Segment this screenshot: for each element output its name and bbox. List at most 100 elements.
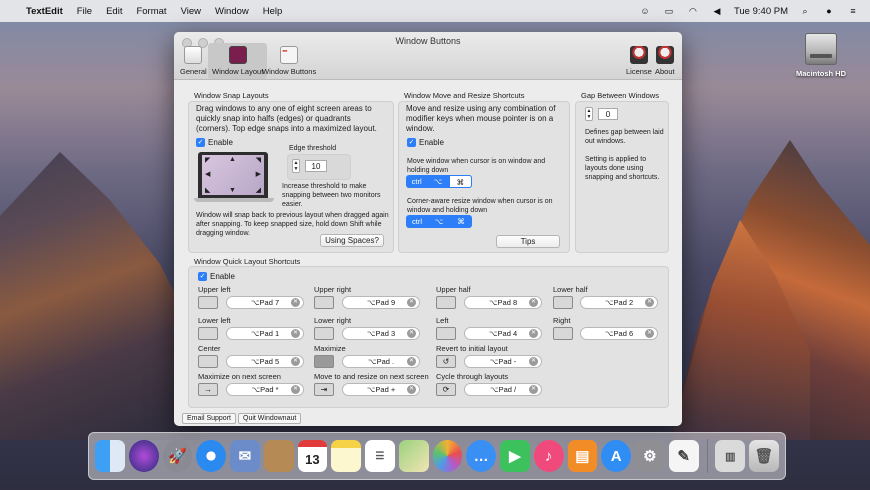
windownaut-status-icon[interactable]: ☺ (638, 6, 652, 17)
safari-icon[interactable] (196, 440, 226, 472)
license-robot-icon (629, 46, 648, 64)
siri-icon[interactable] (128, 440, 159, 472)
command-key[interactable]: ⌘ (450, 215, 472, 228)
menu-file[interactable]: File (77, 6, 92, 17)
wifi-icon[interactable]: ◠ (686, 6, 700, 17)
quick-enable-checkbox[interactable]: ✓ Enable (198, 272, 235, 281)
finder-icon[interactable] (95, 440, 125, 472)
cycle-icon: ⟳ (436, 383, 456, 396)
menu-clock[interactable]: Tue 9:40 PM (734, 6, 788, 17)
clear-icon[interactable]: ✕ (291, 298, 300, 307)
photos-icon[interactable] (432, 440, 463, 472)
shortcut-field[interactable]: ⌥Pad 8 ✕ (464, 296, 542, 309)
move-enable-label: Enable (419, 138, 444, 147)
clear-icon[interactable]: ✕ (529, 357, 538, 366)
desktop-macintosh-hd[interactable]: Macintosh HD (792, 33, 850, 78)
gap-stepper[interactable]: ▲ ▼ (585, 107, 593, 121)
shortcut-field[interactable]: ⌥Pad 2 ✕ (580, 296, 658, 309)
textedit-icon[interactable]: ✎ (668, 440, 699, 472)
clear-icon[interactable]: ✕ (407, 298, 416, 307)
contacts-icon[interactable] (263, 440, 294, 472)
menu-format[interactable]: Format (136, 6, 166, 17)
menu-view[interactable]: View (181, 6, 201, 17)
shortcut-field[interactable]: ⌥Pad / ✕ (464, 383, 542, 396)
trash-icon[interactable]: 🗑 (749, 440, 779, 472)
clear-icon[interactable]: ✕ (645, 298, 654, 307)
shortcut-field[interactable]: ⌥Pad * ✕ (226, 383, 304, 396)
shortcut-key: ⌥Pad 8 (488, 298, 518, 307)
edge-threshold-stepper[interactable]: ▲ ▼ (292, 159, 300, 173)
menu-app-name[interactable]: TextEdit (26, 6, 63, 17)
clear-icon[interactable]: ✕ (291, 385, 300, 394)
using-spaces-button[interactable]: Using Spaces? (320, 234, 384, 247)
command-key[interactable]: ⌘ (448, 175, 472, 188)
clear-icon[interactable]: ✕ (407, 329, 416, 338)
shortcut-field[interactable]: ⌥Pad 7 ✕ (226, 296, 304, 309)
user-icon[interactable]: ● (822, 6, 836, 17)
tab-license[interactable]: License (626, 46, 652, 76)
shortcut-field[interactable]: ⌥Pad - ✕ (464, 355, 542, 368)
shortcut-field[interactable]: ⌥Pad 9 ✕ (342, 296, 420, 309)
messages-icon[interactable]: … (466, 440, 496, 472)
ctrl-key[interactable]: ctrl (406, 175, 427, 188)
shortcut-field[interactable]: ⌥Pad 5 ✕ (226, 355, 304, 368)
option-key[interactable]: ⌥ (428, 215, 450, 228)
calendar-icon[interactable]: 13 (297, 440, 328, 472)
menu-help[interactable]: Help (263, 6, 283, 17)
shortcut-field[interactable]: ⌥Pad 3 ✕ (342, 327, 420, 340)
edge-threshold-field[interactable]: 10 (305, 160, 327, 172)
volume-icon[interactable]: ◀ (710, 6, 724, 17)
menu-edit[interactable]: Edit (106, 6, 122, 17)
shortcut-field[interactable]: ⌥Pad . ✕ (342, 355, 420, 368)
ibooks-icon[interactable]: ▤ (567, 440, 598, 472)
email-support-button[interactable]: Email Support (182, 413, 236, 424)
shortcut-field[interactable]: ⌥Pad 6 ✕ (580, 327, 658, 340)
option-key[interactable]: ⌥ (427, 175, 448, 188)
shortcut-label: Lower left (198, 316, 231, 325)
clear-icon[interactable]: ✕ (291, 329, 300, 338)
notification-center-icon[interactable]: ≡ (846, 6, 860, 17)
window-content: Window Snap Layouts Drag windows to any … (174, 80, 682, 426)
airplay-icon[interactable]: ▭ (662, 6, 676, 17)
clear-icon[interactable]: ✕ (645, 329, 654, 338)
gap-field[interactable]: 0 (598, 108, 618, 120)
tab-general[interactable]: General (180, 46, 207, 76)
shortcut-field[interactable]: ⌥Pad 4 ✕ (464, 327, 542, 340)
menu-window[interactable]: Window (215, 6, 249, 17)
downloads-icon[interactable]: ▥ (715, 440, 746, 472)
quit-button[interactable]: Quit Windownaut (238, 413, 302, 424)
clear-icon[interactable]: ✕ (291, 357, 300, 366)
move-modifier-keys[interactable]: ctrl ⌥ ⌘ (406, 175, 472, 188)
resize-modifier-keys[interactable]: ctrl ⌥ ⌘ (406, 215, 472, 228)
system-preferences-icon[interactable]: ⚙ (635, 440, 665, 472)
tips-button[interactable]: Tips (496, 235, 560, 248)
clear-icon[interactable]: ✕ (529, 298, 538, 307)
launchpad-icon[interactable]: 🚀 (162, 440, 193, 472)
shortcut-field[interactable]: ⌥Pad + ✕ (342, 383, 420, 396)
move-enable-checkbox[interactable]: ✓ Enable (407, 138, 444, 147)
snap-enable-checkbox[interactable]: ✓ Enable (196, 138, 233, 147)
tab-window-layout[interactable]: Window Layout (208, 43, 268, 79)
tab-about[interactable]: About (655, 46, 675, 76)
maps-icon[interactable] (398, 440, 429, 472)
app-store-icon[interactable]: A (601, 440, 631, 472)
reminders-icon[interactable]: ☰ (365, 440, 395, 472)
arrow-upper-right-icon: ◥ (255, 157, 261, 164)
ctrl-key[interactable]: ctrl (406, 215, 428, 228)
lower-right-layout-icon (314, 327, 334, 340)
notes-icon[interactable] (331, 440, 361, 472)
tab-window-buttons[interactable]: Window Buttons (262, 46, 316, 76)
shortcut-field[interactable]: ⌥Pad 1 ✕ (226, 327, 304, 340)
shortcut-key: ⌥Pad 2 (604, 298, 634, 307)
laptop-illustration: ◤ ▲ ◥ ◀ ▶ ◣ ▼ ◢ (198, 152, 268, 198)
shortcut-label: Move to and resize on next screen (314, 372, 429, 381)
arrow-down-icon: ▼ (229, 187, 236, 194)
clear-icon[interactable]: ✕ (529, 385, 538, 394)
itunes-icon[interactable]: ♪ (533, 440, 564, 472)
spotlight-icon[interactable]: ⌕ (798, 6, 812, 17)
clear-icon[interactable]: ✕ (407, 357, 416, 366)
clear-icon[interactable]: ✕ (529, 329, 538, 338)
mail-icon[interactable]: ✉ (230, 440, 260, 472)
facetime-icon[interactable]: ▶ (500, 440, 530, 472)
clear-icon[interactable]: ✕ (407, 385, 416, 394)
